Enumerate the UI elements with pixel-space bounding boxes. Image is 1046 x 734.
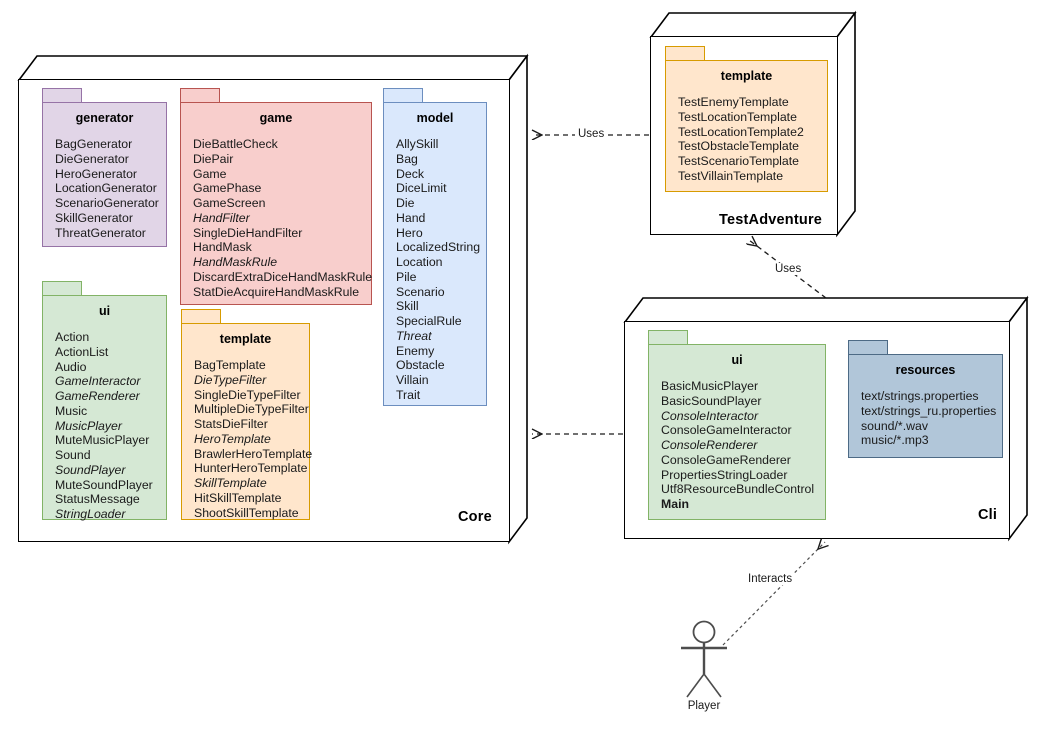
actor-player[interactable] (0, 0, 1046, 734)
actor-head-icon (692, 620, 716, 644)
actor-player-label: Player (687, 700, 721, 712)
actor-leg-right-icon (703, 673, 722, 698)
uml-package-diagram: Core generator BagGenerator DieGenerator H… (0, 0, 1046, 734)
actor-leg-left-icon (686, 673, 705, 698)
